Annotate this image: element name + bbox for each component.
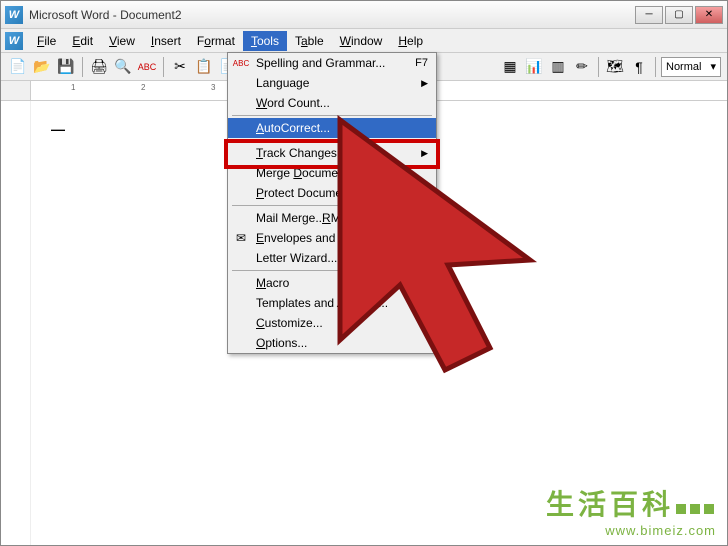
ruler-mark: 2	[141, 83, 145, 92]
cut-icon[interactable]: ✂	[169, 56, 191, 78]
vertical-ruler[interactable]	[1, 101, 31, 545]
columns-icon[interactable]: ▥	[547, 56, 569, 78]
menu-item-label: Track Changes	[256, 146, 337, 160]
toolbar-separator	[655, 57, 656, 77]
menubar: W FileEditViewInsertFormatToolsTableWind…	[1, 29, 727, 53]
print-preview-icon[interactable]: 🔍	[112, 56, 134, 78]
ruler-corner	[1, 81, 31, 100]
submenu-arrow-icon: ▶	[421, 78, 428, 89]
menu-item-label: Language	[256, 76, 309, 90]
menu-item-mail-merge[interactable]: Mail Merge..RMail Merge...	[228, 208, 436, 228]
close-button[interactable]: ✕	[695, 6, 723, 24]
menu-item-label: Customize...	[256, 316, 323, 330]
menu-view[interactable]: View	[101, 31, 143, 51]
menu-item-label: Word Count...	[256, 96, 330, 110]
menu-item-envelopes-and-labels[interactable]: ✉ Envelopes and Labels...	[228, 228, 436, 248]
paragraph-icon[interactable]: ¶	[628, 56, 650, 78]
minimize-button[interactable]: ─	[635, 6, 663, 24]
word-menu-icon: W	[5, 32, 23, 50]
toolbar-separator	[82, 57, 83, 77]
menu-item-customize[interactable]: Customize...	[228, 313, 436, 333]
submenu-arrow-icon: ▶	[421, 278, 428, 289]
tables-icon[interactable]: ▦	[499, 56, 521, 78]
menu-file[interactable]: File	[29, 31, 64, 51]
menu-item-autocorrect[interactable]: AutoCorrect...	[228, 118, 436, 138]
menu-edit[interactable]: Edit	[64, 31, 101, 51]
new-doc-icon[interactable]: 📄	[7, 56, 29, 78]
menu-item-protect-document[interactable]: Protect Document...	[228, 183, 436, 203]
menu-separator	[232, 140, 432, 141]
menu-item-label: Options...	[256, 336, 307, 350]
menu-item-track-changes[interactable]: Track Changes ▶	[228, 143, 436, 163]
menu-tools[interactable]: Tools	[243, 31, 287, 51]
menu-separator	[232, 270, 432, 271]
menu-table[interactable]: Table	[287, 31, 332, 51]
style-dropdown[interactable]: Normal ▾	[661, 57, 721, 77]
menu-window[interactable]: Window	[332, 31, 391, 51]
watermark-cn-text: 生活百科	[546, 483, 716, 523]
menu-separator	[232, 205, 432, 206]
submenu-arrow-icon: ▶	[421, 148, 428, 159]
menu-insert[interactable]: Insert	[143, 31, 189, 51]
✉-icon: ✉	[232, 229, 250, 247]
menu-item-label: Merge Documents...	[256, 166, 364, 180]
window-controls: ─ ▢ ✕	[635, 6, 723, 24]
excel-icon[interactable]: 📊	[523, 56, 545, 78]
titlebar: W Microsoft Word - Document2 ─ ▢ ✕	[1, 1, 727, 29]
open-icon[interactable]: 📂	[31, 56, 53, 78]
watermark-url: www.bimeiz.com	[546, 523, 716, 538]
menu-item-merge-documents[interactable]: Merge Documents...	[228, 163, 436, 183]
maximize-button[interactable]: ▢	[665, 6, 693, 24]
menu-item-label: Mail Merge..RMail Merge...	[256, 211, 400, 225]
menu-format[interactable]: Format	[189, 31, 243, 51]
abc-icon: ABC	[232, 54, 250, 72]
print-icon[interactable]: 🖨	[88, 56, 110, 78]
copy-icon[interactable]: 📋	[193, 56, 215, 78]
save-icon[interactable]: 💾	[55, 56, 77, 78]
spellcheck-icon[interactable]: ABC	[136, 56, 158, 78]
menu-item-label: Templates and Add-Ins...	[256, 296, 388, 310]
menu-help[interactable]: Help	[390, 31, 431, 51]
watermark: 生活百科 www.bimeiz.com	[546, 483, 716, 538]
menu-item-options[interactable]: Options...	[228, 333, 436, 353]
window-title: Microsoft Word - Document2	[29, 8, 635, 22]
toolbar-separator	[163, 57, 164, 77]
menu-item-label: Letter Wizard...	[256, 251, 337, 265]
menu-item-label: Protect Document...	[256, 186, 362, 200]
menu-item-label: Envelopes and Labels...	[256, 231, 384, 245]
menu-item-macro[interactable]: Macro ▶	[228, 273, 436, 293]
ruler-mark: 3	[211, 83, 215, 92]
map-icon[interactable]: 🗺	[604, 56, 626, 78]
menu-item-label: Spelling and Grammar...	[256, 56, 385, 70]
menu-item-spelling-and-grammar[interactable]: ABC Spelling and Grammar... F7	[228, 53, 436, 73]
menu-item-word-count[interactable]: Word Count...	[228, 93, 436, 113]
ruler-mark: 1	[71, 83, 75, 92]
menu-shortcut: F7	[415, 57, 428, 69]
menu-item-label: Macro	[256, 276, 289, 290]
menu-item-templates-and-add-ins[interactable]: Templates and Add-Ins...	[228, 293, 436, 313]
menu-separator	[232, 115, 432, 116]
menu-item-language[interactable]: Language ▶	[228, 73, 436, 93]
word-app-icon: W	[5, 6, 23, 24]
drawing-icon[interactable]: ✏	[571, 56, 593, 78]
toolbar-separator	[598, 57, 599, 77]
tools-dropdown-menu: ABC Spelling and Grammar... F7 Language ▶ Wor…	[227, 52, 437, 354]
menu-item-label: AutoCorrect...	[256, 121, 330, 135]
menu-item-letter-wizard[interactable]: Letter Wizard...	[228, 248, 436, 268]
